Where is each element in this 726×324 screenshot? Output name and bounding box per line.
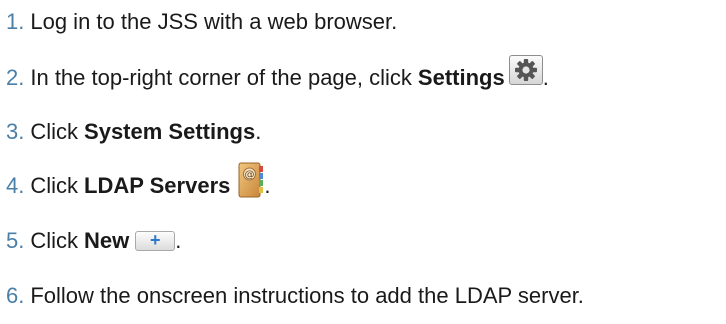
- step-1: 1. Log in to the JSS with a web browser.: [6, 2, 397, 42]
- step-6: 6. Follow the onscreen instructions to a…: [6, 276, 584, 316]
- step-text: Follow the onscreen instructions to add …: [30, 283, 584, 308]
- step-text: In the top-right corner of the page, cli…: [30, 65, 412, 90]
- gear-icon: [508, 55, 543, 85]
- step-number: 1.: [6, 9, 25, 34]
- system-settings-label: System Settings: [84, 119, 256, 144]
- plus-icon: +: [135, 231, 176, 251]
- step-text: Log in to the JSS with a web browser.: [30, 9, 398, 34]
- step-text-end: .: [542, 65, 549, 90]
- step-5: 5. Click New + .: [6, 221, 181, 261]
- new-label: New: [84, 228, 130, 253]
- settings-label: Settings: [417, 65, 505, 90]
- step-3: 3. Click System Settings .: [6, 112, 261, 152]
- address-book-icon: @: [238, 162, 264, 198]
- step-text: Click: [30, 119, 79, 144]
- step-2: 2. In the top-right corner of the page, …: [6, 55, 549, 98]
- step-text: Click: [30, 173, 79, 198]
- step-number: 6.: [6, 283, 25, 308]
- step-text-end: .: [264, 173, 271, 198]
- svg-text:@: @: [245, 170, 255, 181]
- step-number: 5.: [6, 228, 25, 253]
- step-text: Click: [30, 228, 79, 253]
- ldap-servers-label: LDAP Servers: [84, 173, 231, 198]
- step-number: 2.: [6, 65, 25, 90]
- step-text-end: .: [175, 228, 182, 253]
- step-4: 4. Click LDAP Servers @ .: [6, 162, 271, 206]
- step-text-end: .: [255, 119, 262, 144]
- step-number: 4.: [6, 173, 25, 198]
- step-number: 3.: [6, 119, 25, 144]
